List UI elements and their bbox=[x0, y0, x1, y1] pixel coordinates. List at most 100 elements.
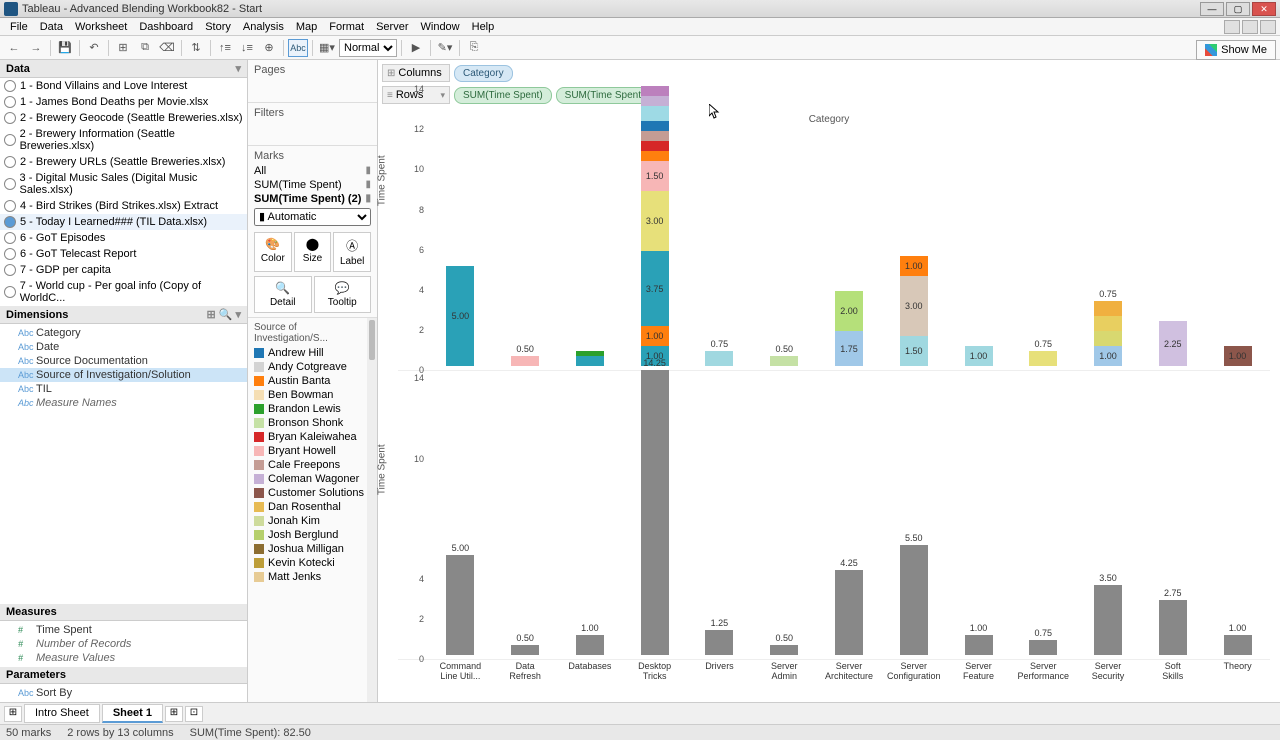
mark-type-dropdown[interactable]: ▮ Automatic bbox=[254, 208, 371, 226]
marks-row[interactable]: SUM(Time Spent) (2)▮ bbox=[254, 192, 371, 206]
bar-column[interactable]: 1.00 bbox=[946, 346, 1011, 366]
bar-column[interactable] bbox=[558, 351, 623, 366]
marks-row[interactable]: All▮ bbox=[254, 164, 371, 178]
legend-item[interactable]: Bryant Howell bbox=[252, 444, 373, 458]
bar-column[interactable]: 5.50 bbox=[881, 545, 946, 655]
pin-icon[interactable]: ⎘ bbox=[464, 39, 484, 57]
datasource-item[interactable]: 3 - Digital Music Sales (Digital Music S… bbox=[0, 170, 247, 198]
group-icon[interactable]: ⊕ bbox=[259, 39, 279, 57]
detail-button[interactable]: 🔍Detail bbox=[254, 276, 312, 313]
maximize-button[interactable]: ▢ bbox=[1226, 2, 1250, 16]
tooltip-button[interactable]: 💬Tooltip bbox=[314, 276, 372, 313]
dimension-field[interactable]: AbcSource of Investigation/Solution bbox=[0, 368, 247, 382]
dimension-field[interactable]: AbcSource Documentation bbox=[0, 354, 247, 368]
bar-column[interactable]: 0.50 bbox=[752, 356, 817, 366]
datasource-item[interactable]: 2 - Brewery URLs (Seattle Breweries.xlsx… bbox=[0, 154, 247, 170]
filters-shelf[interactable]: Filters bbox=[248, 103, 377, 146]
bar-column[interactable]: 4.25 bbox=[817, 570, 882, 655]
legend-item[interactable]: Andrew Hill bbox=[252, 346, 373, 360]
bar-column[interactable]: 1.00 bbox=[1205, 635, 1270, 655]
bar-column[interactable]: 2.75 bbox=[1140, 600, 1205, 655]
label-button[interactable]: ⒶLabel bbox=[333, 232, 371, 272]
bar-column[interactable]: 1.752.00 bbox=[817, 291, 882, 366]
duplicate-icon[interactable]: ⧉ bbox=[135, 39, 155, 57]
bar-column[interactable]: 14.25 bbox=[622, 370, 687, 655]
datasource-item[interactable]: 1 - James Bond Deaths per Movie.xlsx bbox=[0, 94, 247, 110]
columns-shelf[interactable]: ⊞Columns Category bbox=[382, 64, 1276, 82]
highlight-icon[interactable]: ✎▾ bbox=[435, 39, 455, 57]
menu-format[interactable]: Format bbox=[323, 21, 370, 33]
minimize-button[interactable]: — bbox=[1200, 2, 1224, 16]
dimension-field[interactable]: AbcMeasure Names bbox=[0, 396, 247, 410]
datasource-item[interactable]: 5 - Today I Learned### (TIL Data.xlsx) bbox=[0, 214, 247, 230]
new-dashboard-button[interactable]: ⊡ bbox=[185, 706, 203, 722]
menu-help[interactable]: Help bbox=[466, 21, 501, 33]
dimensions-menu-icon[interactable]: ⊞ 🔍 ▾ bbox=[206, 308, 241, 321]
datasource-item[interactable]: 6 - GoT Telecast Report bbox=[0, 246, 247, 262]
new-worksheet-button[interactable]: ⊞ bbox=[165, 706, 183, 722]
menu-story[interactable]: Story bbox=[199, 21, 237, 33]
legend-item[interactable]: Brandon Lewis bbox=[252, 402, 373, 416]
bar-column[interactable]: 0.50 bbox=[493, 645, 558, 655]
bar-column[interactable]: 1.25 bbox=[687, 630, 752, 655]
column-pill[interactable]: Category bbox=[454, 65, 513, 82]
legend-item[interactable]: Customer Solutions . bbox=[252, 486, 373, 500]
pages-shelf[interactable]: Pages bbox=[248, 60, 377, 103]
menu-data[interactable]: Data bbox=[34, 21, 69, 33]
menu-dashboard[interactable]: Dashboard bbox=[133, 21, 199, 33]
legend-item[interactable]: Bronson Shonk bbox=[252, 416, 373, 430]
bar-column[interactable]: 0.50 bbox=[752, 645, 817, 655]
menu-file[interactable]: File bbox=[4, 21, 34, 33]
bar-column[interactable]: 0.75 bbox=[687, 351, 752, 366]
measure-field[interactable]: #Number of Records bbox=[0, 637, 247, 651]
undo-icon[interactable]: ↶ bbox=[84, 39, 104, 57]
menu-analysis[interactable]: Analysis bbox=[237, 21, 290, 33]
bar-column[interactable]: 0.75 bbox=[1011, 351, 1076, 366]
menu-right-button-1[interactable] bbox=[1224, 20, 1240, 34]
measure-field[interactable]: #Measure Values bbox=[0, 651, 247, 665]
sort-asc-icon[interactable]: ↑≡ bbox=[215, 39, 235, 57]
bar-column[interactable]: 1.001.003.753.001.500.75 bbox=[622, 86, 687, 366]
legend-item[interactable]: Bryan Kaleiwahea bbox=[252, 430, 373, 444]
sort-desc-icon[interactable]: ↓≡ bbox=[237, 39, 257, 57]
legend-item[interactable]: Cale Freepons bbox=[252, 458, 373, 472]
presentation-icon[interactable]: ▶ bbox=[406, 39, 426, 57]
new-sheet-icon[interactable]: ⊞ bbox=[113, 39, 133, 57]
bar-column[interactable]: 1.00 bbox=[946, 635, 1011, 655]
marks-row[interactable]: SUM(Time Spent)▮ bbox=[254, 178, 371, 192]
sheet-tab[interactable]: Sheet 1 bbox=[102, 704, 163, 723]
bar-column[interactable]: 1.00 bbox=[558, 635, 623, 655]
color-button[interactable]: 🎨Color bbox=[254, 232, 292, 272]
show-me-button[interactable]: Show Me bbox=[1196, 40, 1276, 60]
legend-item[interactable]: Josh Berglund bbox=[252, 528, 373, 542]
clear-icon[interactable]: ⌫ bbox=[157, 39, 177, 57]
datasource-item[interactable]: 1 - Bond Villains and Love Interest bbox=[0, 78, 247, 94]
size-button[interactable]: ⬤Size bbox=[294, 232, 332, 272]
abc-button[interactable]: Abc bbox=[288, 39, 308, 57]
menu-server[interactable]: Server bbox=[370, 21, 414, 33]
bar-column[interactable]: 5.00 bbox=[428, 555, 493, 655]
menu-window[interactable]: Window bbox=[415, 21, 466, 33]
bar-column[interactable]: 2.25 bbox=[1140, 321, 1205, 366]
legend-item[interactable]: Andy Cotgreave bbox=[252, 360, 373, 374]
sheet-tab[interactable]: Intro Sheet bbox=[24, 704, 100, 723]
legend-item[interactable]: Ben Bowman bbox=[252, 388, 373, 402]
legend-item[interactable]: Jonah Kim bbox=[252, 514, 373, 528]
legend-item[interactable]: Dan Rosenthal bbox=[252, 500, 373, 514]
legend-item[interactable]: Coleman Wagoner bbox=[252, 472, 373, 486]
menu-right-button-3[interactable] bbox=[1260, 20, 1276, 34]
fit-dropdown[interactable]: Normal bbox=[339, 39, 397, 57]
bar-column[interactable]: 0.50 bbox=[493, 356, 558, 366]
bar-column[interactable]: 0.75 bbox=[1011, 640, 1076, 655]
close-button[interactable]: ✕ bbox=[1252, 2, 1276, 16]
swap-icon[interactable]: ⇅ bbox=[186, 39, 206, 57]
data-dropdown-icon[interactable]: ▾ bbox=[235, 62, 241, 75]
datasource-item[interactable]: 7 - World cup - Per goal info (Copy of W… bbox=[0, 278, 247, 306]
menu-map[interactable]: Map bbox=[290, 21, 323, 33]
total-bar-chart[interactable]: Time Spent 0241014 5.000.501.0014.251.25… bbox=[398, 371, 1270, 660]
datasource-tab-button[interactable]: ⊞ bbox=[4, 706, 22, 722]
menu-worksheet[interactable]: Worksheet bbox=[69, 21, 133, 33]
marks-presets-icon[interactable]: ▦▾ bbox=[317, 39, 337, 57]
datasource-item[interactable]: 7 - GDP per capita bbox=[0, 262, 247, 278]
datasource-item[interactable]: 4 - Bird Strikes (Bird Strikes.xlsx) Ext… bbox=[0, 198, 247, 214]
